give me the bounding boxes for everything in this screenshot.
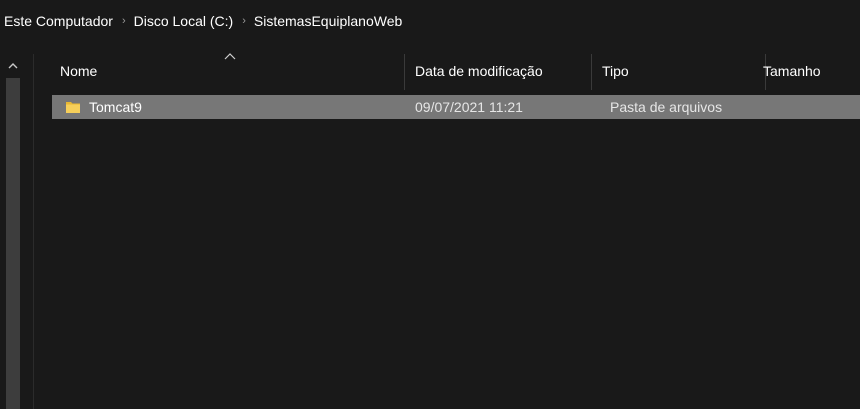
scroll-up-chevron-icon[interactable] [6,58,20,74]
file-modified: 09/07/2021 11:21 [415,99,523,115]
column-header-name-label: Nome [60,63,98,79]
file-explorer-window: Este Computador › Disco Local (C:) › Sis… [0,0,860,409]
navigation-scrollbar[interactable] [6,78,20,409]
file-name: Tomcat9 [89,99,142,115]
breadcrumb-item-este-computador[interactable]: Este Computador [4,13,113,29]
file-type: Pasta de arquivos [610,99,723,115]
breadcrumb-item-disco-local[interactable]: Disco Local (C:) [134,13,234,29]
column-header-size[interactable]: Tamanho [753,48,860,94]
breadcrumb-item-sistemas-equiplano-web[interactable]: SistemasEquiplanoWeb [254,13,402,29]
folder-icon [65,99,81,115]
pane-divider[interactable] [33,54,34,409]
column-header-type[interactable]: Tipo [592,48,766,94]
column-header-modified-label: Data de modificação [415,63,543,79]
sort-ascending-chevron-icon [224,50,236,62]
breadcrumb: Este Computador › Disco Local (C:) › Sis… [0,0,860,42]
file-row-tomcat9[interactable]: Tomcat9 09/07/2021 11:21 Pasta de arquiv… [52,95,860,119]
navigation-pane [0,54,33,409]
breadcrumb-separator-icon[interactable]: › [122,15,126,27]
breadcrumb-separator-icon[interactable]: › [242,15,246,27]
column-header-type-label: Tipo [602,63,629,79]
column-header-size-label: Tamanho [763,63,821,79]
column-header-row: Nome Data de modificação Tipo Tamanho [34,48,860,94]
column-header-modified[interactable]: Data de modificação [405,48,591,94]
